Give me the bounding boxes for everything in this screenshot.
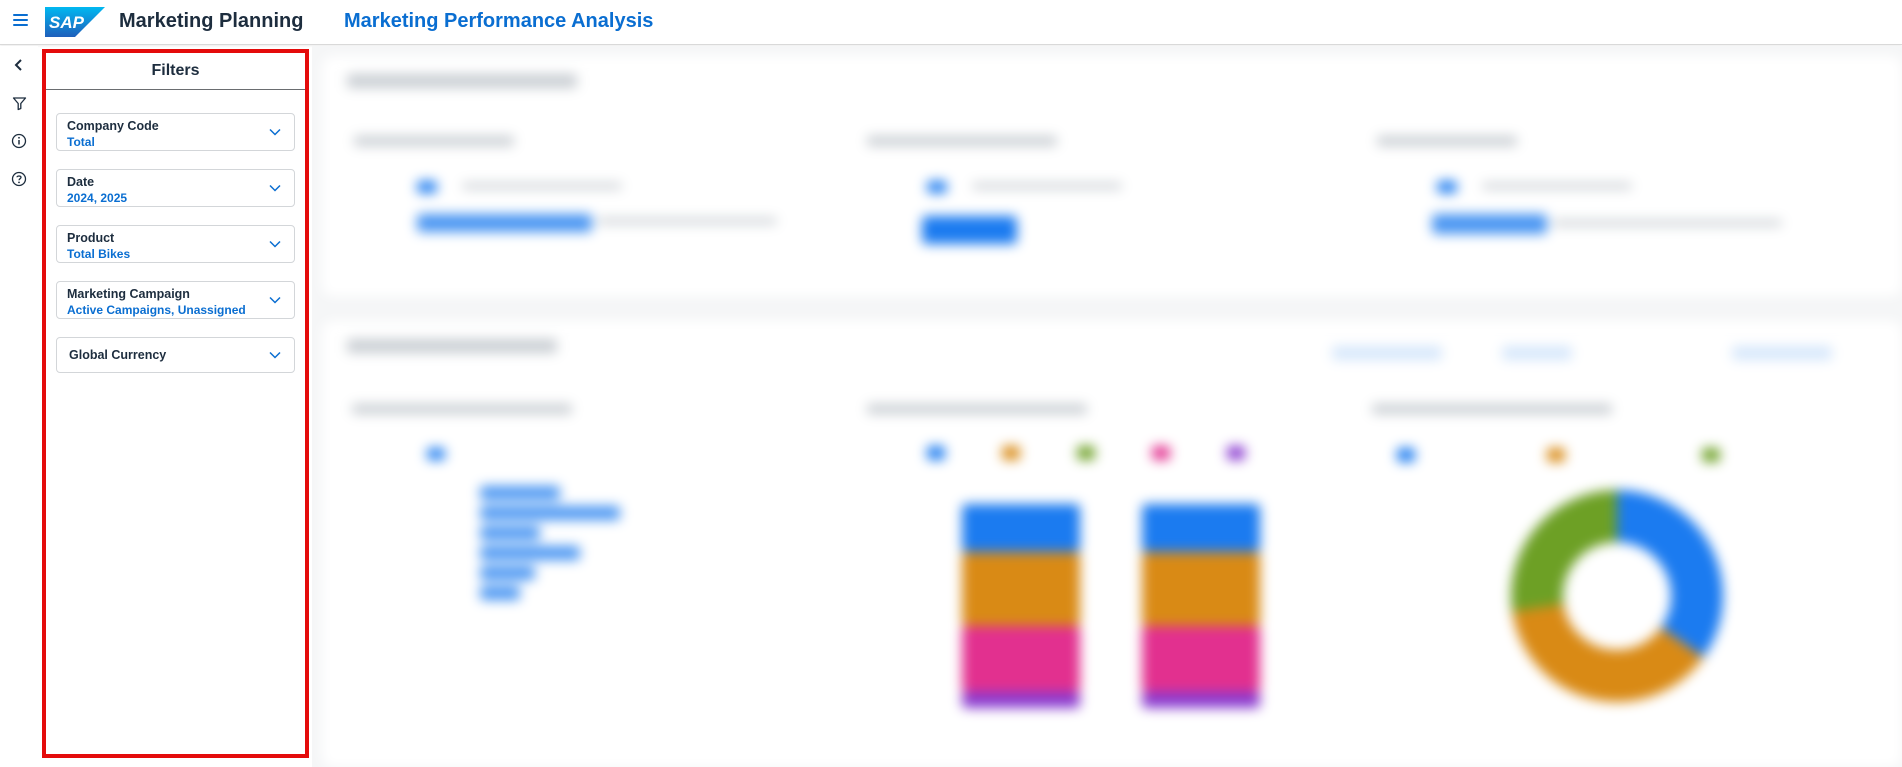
filter-value: Active Campaigns, Unassigned	[67, 303, 246, 317]
filter-company-code[interactable]: Company Code Total	[56, 113, 295, 151]
svg-text:SAP: SAP	[49, 13, 85, 32]
page-title: Marketing Performance Analysis	[344, 10, 654, 32]
filter-global-currency[interactable]: Global Currency	[56, 337, 295, 373]
info-button[interactable]	[9, 131, 29, 151]
filter-date[interactable]: Date 2024, 2025	[56, 169, 295, 207]
help-button[interactable]	[9, 169, 29, 189]
info-icon	[11, 133, 27, 149]
app-title: Marketing Planning	[119, 10, 304, 32]
filter-value: 2024, 2025	[67, 191, 128, 205]
chevron-down-icon[interactable]	[268, 125, 282, 139]
filter-label: Date	[67, 175, 95, 189]
hamburger-menu-icon	[13, 14, 28, 16]
filter-button[interactable]	[9, 93, 29, 113]
filter-label: Company Code	[67, 119, 159, 133]
sap-logo: SAP	[45, 7, 105, 37]
blurred-content	[312, 46, 1902, 767]
filter-value: Total	[67, 135, 95, 149]
hamburger-menu-button[interactable]	[10, 11, 32, 31]
chevron-down-icon[interactable]	[268, 348, 282, 362]
filter-label: Product	[67, 231, 115, 245]
chevron-left-icon	[14, 59, 22, 71]
filter-value: Total Bikes	[67, 247, 131, 261]
side-navigation-rail	[0, 46, 38, 767]
filter-label: Global Currency	[69, 348, 167, 362]
filters-title: Filters	[151, 62, 200, 79]
blurred-card	[322, 56, 1902, 296]
chevron-down-icon[interactable]	[268, 181, 282, 195]
filters-panel: Filters Company Code Total Date 2024, 20…	[42, 49, 309, 758]
filter-marketing-campaign[interactable]: Marketing Campaign Active Campaigns, Una…	[56, 281, 295, 319]
chevron-down-icon[interactable]	[268, 237, 282, 251]
filter-label: Marketing Campaign	[67, 287, 190, 301]
help-icon	[11, 171, 27, 187]
blurred-dashboard-area	[312, 46, 1902, 767]
collapse-panel-button[interactable]	[9, 55, 29, 75]
filter-list: Company Code Total Date 2024, 2025 Produ…	[46, 90, 305, 373]
chevron-down-icon[interactable]	[268, 293, 282, 307]
filter-product[interactable]: Product Total Bikes	[56, 225, 295, 263]
blurred-donut	[1511, 490, 1723, 702]
filter-icon	[12, 96, 26, 110]
shell-bar: SAP Marketing Planning Marketing Perform…	[0, 0, 1902, 45]
filters-panel-header: Filters	[46, 53, 305, 90]
